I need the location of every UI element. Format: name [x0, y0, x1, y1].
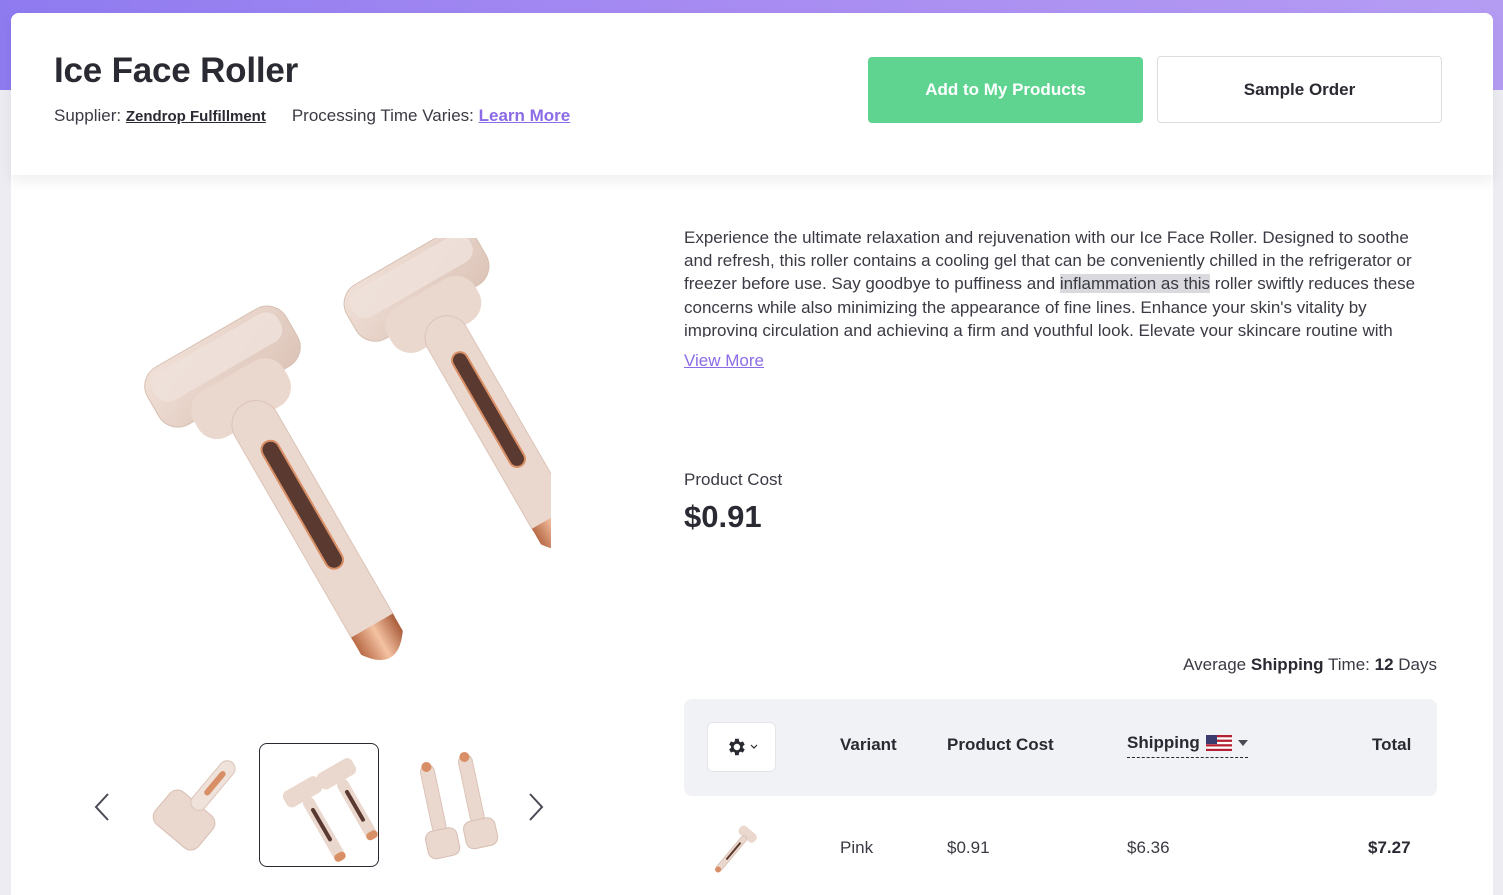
- variant-shipping-cell: $6.36: [1127, 838, 1170, 857]
- product-photo: [144, 228, 580, 660]
- variants-table-header: Variant Product Cost Shipping Total: [684, 699, 1437, 796]
- carousel-next-button[interactable]: [521, 790, 551, 824]
- thumbnail-image: [419, 751, 499, 860]
- product-description: Experience the ultimate relaxation and r…: [684, 226, 1436, 337]
- ship-time-prefix: Average: [1183, 655, 1247, 674]
- shipping-country-dropdown[interactable]: Shipping: [1127, 733, 1248, 758]
- average-shipping-time: Average Shipping Time: 12 Days: [1183, 655, 1437, 675]
- ship-time-bold: Shipping: [1250, 655, 1324, 674]
- gallery-thumbnail-1[interactable]: [135, 743, 255, 867]
- supplier-link[interactable]: Zendrop Fulfillment: [126, 108, 266, 125]
- carousel-prev-button[interactable]: [87, 790, 117, 824]
- ship-time-unit: Days: [1398, 655, 1437, 674]
- add-to-my-products-button[interactable]: Add to My Products: [868, 57, 1143, 123]
- column-header-shipping: Shipping: [1127, 733, 1200, 752]
- processing-info: Processing Time Varies: Learn More: [292, 106, 570, 126]
- supplier-label: Supplier:: [54, 106, 122, 125]
- us-flag-icon: [1205, 735, 1232, 751]
- variant-name-cell: Pink: [840, 838, 874, 857]
- variant-cost-cell: $0.91: [947, 838, 990, 857]
- variant-image: [715, 825, 757, 873]
- caret-down-icon: [750, 744, 758, 749]
- learn-more-link[interactable]: Learn More: [479, 106, 571, 125]
- chevron-right-icon: [529, 793, 544, 821]
- ship-time-label: Time:: [1328, 655, 1370, 674]
- column-header-variant: Variant: [840, 735, 897, 754]
- chevron-left-icon: [94, 793, 109, 821]
- processing-label: Processing Time Varies:: [291, 106, 474, 125]
- caret-down-icon: [1237, 740, 1248, 746]
- variant-total-cell: $7.27: [1368, 838, 1411, 857]
- product-meta: Supplier: Zendrop Fulfillment Processing…: [54, 106, 570, 126]
- gallery-thumbnail-2[interactable]: [259, 743, 379, 867]
- product-page-card: Ice Face Roller Supplier: Zendrop Fulfil…: [11, 13, 1493, 895]
- sample-order-button[interactable]: Sample Order: [1157, 56, 1442, 123]
- column-header-total: Total: [1372, 735, 1412, 754]
- thumbnail-image: [282, 758, 378, 862]
- description-highlight: inflammation as this: [1059, 274, 1211, 294]
- column-header-product-cost: Product Cost: [947, 735, 1054, 754]
- table-settings-button[interactable]: [707, 722, 776, 772]
- gallery-thumbnail-3[interactable]: [396, 743, 516, 867]
- product-header: Ice Face Roller Supplier: Zendrop Fulfil…: [11, 13, 1493, 175]
- page-title: Ice Face Roller: [54, 51, 299, 90]
- product-cost-value: $0.91: [684, 499, 762, 534]
- gear-icon: [729, 738, 745, 756]
- view-more-link[interactable]: View More: [684, 351, 764, 371]
- main-product-image: [101, 228, 580, 678]
- thumbnail-image: [152, 760, 236, 851]
- product-cost-label: Product Cost: [684, 470, 783, 489]
- variant-thumbnail: [711, 825, 767, 887]
- ship-time-days: 12: [1374, 655, 1394, 674]
- supplier-info: Supplier: Zendrop Fulfillment: [54, 106, 266, 126]
